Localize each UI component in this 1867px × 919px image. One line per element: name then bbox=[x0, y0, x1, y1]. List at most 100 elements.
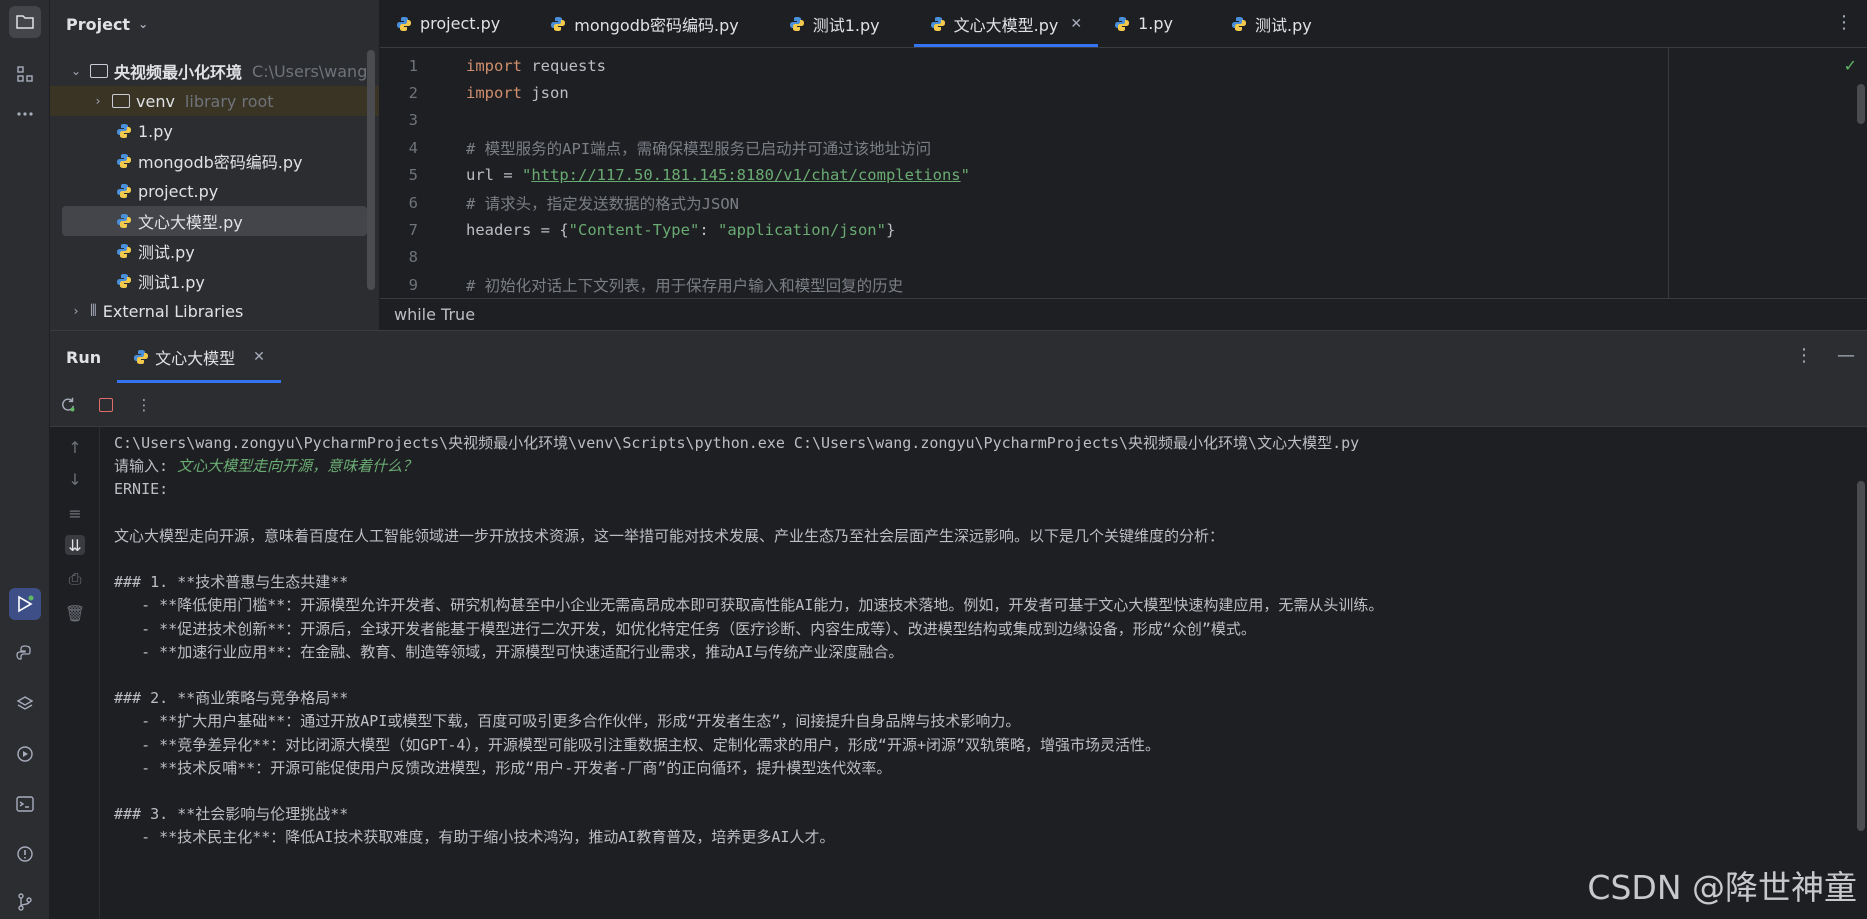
tab-label: 测试.py bbox=[1255, 15, 1312, 35]
tab-test[interactable]: 测试.py bbox=[1215, 0, 1328, 47]
terminal-icon[interactable] bbox=[9, 788, 41, 820]
user-input-text: 文心大模型走向开源，意味着什么？ bbox=[177, 457, 418, 476]
tab-label: 1.py bbox=[1138, 14, 1173, 33]
console-line: - **技术反哺**：开源可能促使用户反馈改进模型，形成“用户-开发者-厂商”的… bbox=[114, 758, 892, 777]
python-file-icon bbox=[1232, 16, 1246, 31]
code-line: 8 bbox=[380, 244, 1867, 271]
run-header: Run 文心大模型 ✕ ⋮ — bbox=[50, 331, 1867, 383]
file-name: 1.py bbox=[138, 121, 173, 141]
code-text: : bbox=[699, 221, 718, 240]
tree-venv[interactable]: › venv library root bbox=[50, 86, 379, 116]
problems-icon[interactable] bbox=[9, 838, 41, 870]
close-icon[interactable]: ✕ bbox=[1070, 16, 1082, 32]
rerun-icon[interactable] bbox=[58, 395, 78, 415]
pycharm-window: Project ⌄ ⌄ 央视频最小化环境 C:\Users\wang. › ve… bbox=[0, 0, 1867, 919]
tabs-more-icon[interactable]: ⋮ bbox=[1835, 12, 1853, 33]
arrow-up-icon[interactable]: ↑ bbox=[65, 437, 85, 457]
stop-icon[interactable] bbox=[96, 395, 116, 415]
soft-wrap-icon[interactable]: ≡ bbox=[65, 503, 85, 523]
code-comment: # 请求头，指定发送数据的格式为JSON bbox=[466, 194, 739, 213]
close-icon[interactable]: ✕ bbox=[253, 349, 265, 365]
folder-icon bbox=[90, 64, 108, 78]
run-icon[interactable] bbox=[9, 588, 41, 620]
console-output[interactable]: C:\Users\wang.zongyu\PycharmProjects\央视频… bbox=[114, 431, 1847, 919]
tree-file[interactable]: mongodb密码编码.py bbox=[50, 146, 379, 176]
tab-wenxin-active[interactable]: 文心大模型.py ✕ bbox=[913, 0, 1099, 47]
venv-hint: library root bbox=[184, 91, 274, 111]
code-keyword: import bbox=[466, 56, 522, 75]
folder-icon bbox=[112, 94, 130, 108]
tab-test1[interactable]: 测试1.py bbox=[773, 0, 896, 47]
trash-icon[interactable]: 🗑 bbox=[65, 603, 85, 623]
tree-root[interactable]: ⌄ 央视频最小化环境 C:\Users\wang. bbox=[50, 56, 379, 86]
console-scrollbar[interactable] bbox=[1857, 481, 1865, 831]
console-line: 文心大模型走向开源，意味着百度在人工智能领域进一步开放技术资源，这一举措可能对技… bbox=[114, 526, 1225, 545]
chevron-right-icon: › bbox=[73, 304, 79, 318]
tab-project-py[interactable]: project.py bbox=[380, 0, 516, 47]
minimize-icon[interactable]: — bbox=[1837, 345, 1855, 366]
git-icon[interactable] bbox=[9, 886, 41, 918]
project-panel: Project ⌄ ⌄ 央视频最小化环境 C:\Users\wang. › ve… bbox=[50, 0, 380, 330]
project-title: Project bbox=[66, 14, 131, 34]
code-string-quote: " bbox=[522, 166, 532, 185]
console-side-tools: ↑ ↓ ≡ ⇊ ⎙ 🗑 bbox=[50, 427, 100, 919]
chevron-down-icon: ⌄ bbox=[70, 64, 82, 78]
run-tab[interactable]: 文心大模型 ✕ bbox=[117, 331, 281, 383]
structure-icon[interactable] bbox=[9, 58, 41, 90]
code-text: json bbox=[522, 84, 569, 103]
activity-bar bbox=[0, 0, 50, 919]
console-line: - **扩大用户基础**：通过开放API或模型下载，百度可吸引更多合作伙伴，形成… bbox=[114, 712, 1021, 731]
tree-file[interactable]: 1.py bbox=[50, 116, 379, 146]
file-name: mongodb密码编码.py bbox=[138, 153, 303, 172]
line-number: 5 bbox=[408, 166, 418, 185]
python-console-icon[interactable] bbox=[9, 638, 41, 670]
tree-file[interactable]: 测试1.py bbox=[50, 266, 379, 296]
tree-external-libraries[interactable]: › ⫴ External Libraries bbox=[50, 296, 379, 326]
code-keyword: import bbox=[466, 84, 522, 103]
python-file-icon bbox=[134, 350, 149, 364]
project-scrollbar[interactable] bbox=[367, 50, 375, 290]
more-options-icon[interactable]: ⋮ bbox=[1795, 345, 1813, 366]
editor-scrollbar[interactable] bbox=[1857, 84, 1865, 124]
more-icon[interactable]: ⋮ bbox=[134, 395, 154, 415]
python-file-icon bbox=[117, 124, 131, 138]
code-comment: # 初始化对话上下文列表，用于保存用户输入和模型回复的历史 bbox=[466, 276, 904, 295]
code-line: 7 headers = {"Content-Type": "application… bbox=[380, 216, 1867, 243]
python-file-icon bbox=[397, 16, 411, 31]
services-icon[interactable] bbox=[9, 738, 41, 770]
console-line: 请输入: 文心大模型走向开源，意味着什么？ bbox=[114, 454, 1847, 477]
more-icon[interactable] bbox=[9, 98, 41, 130]
tree-file-selected[interactable]: 文心大模型.py bbox=[62, 206, 367, 236]
file-name: 文心大模型.py bbox=[138, 213, 243, 232]
breadcrumb[interactable]: while True bbox=[380, 298, 1867, 330]
project-header[interactable]: Project ⌄ bbox=[50, 0, 379, 48]
watermark-text: CSDN @降世神童 bbox=[1587, 868, 1857, 907]
code-editor[interactable]: 1 import requests 2 import json 3 4 # 模型服务的… bbox=[380, 52, 1867, 298]
breadcrumb-item[interactable]: while True bbox=[394, 305, 475, 324]
code-text: url = bbox=[466, 166, 522, 185]
code-text: requests bbox=[522, 56, 606, 75]
console-line: - **降低使用门槛**：开源模型允许开发者、研究机构甚至中小企业无需高昂成本即… bbox=[114, 596, 1384, 615]
project-folder-icon[interactable] bbox=[9, 6, 41, 38]
run-header-actions: ⋮ — bbox=[1795, 345, 1855, 366]
code-line: 5 url = "http://117.50.181.145:8180/v1/ch… bbox=[380, 162, 1867, 189]
layers-icon[interactable] bbox=[9, 688, 41, 720]
console-line: ### 2. **商业策略与竞争格局** bbox=[114, 689, 349, 708]
python-file-icon bbox=[930, 16, 945, 31]
line-number: 7 bbox=[408, 221, 418, 240]
tree-file[interactable]: 测试.py bbox=[50, 236, 379, 266]
scroll-to-end-icon[interactable]: ⇊ bbox=[65, 535, 85, 555]
arrow-down-icon[interactable]: ↓ bbox=[65, 469, 85, 489]
editor-area: project.py mongodb密码编码.py 测试1.py 文心大模型.p… bbox=[380, 0, 1867, 330]
print-icon[interactable]: ⎙ bbox=[65, 569, 85, 589]
python-file-icon bbox=[789, 16, 804, 31]
tab-mongodb[interactable]: mongodb密码编码.py bbox=[534, 0, 755, 47]
tab-1py[interactable]: 1.py bbox=[1098, 0, 1189, 47]
line-number: 8 bbox=[408, 248, 418, 267]
tree-file[interactable]: project.py bbox=[50, 176, 379, 206]
code-url[interactable]: http://117.50.181.145:8180/v1/chat/compl… bbox=[531, 166, 960, 184]
